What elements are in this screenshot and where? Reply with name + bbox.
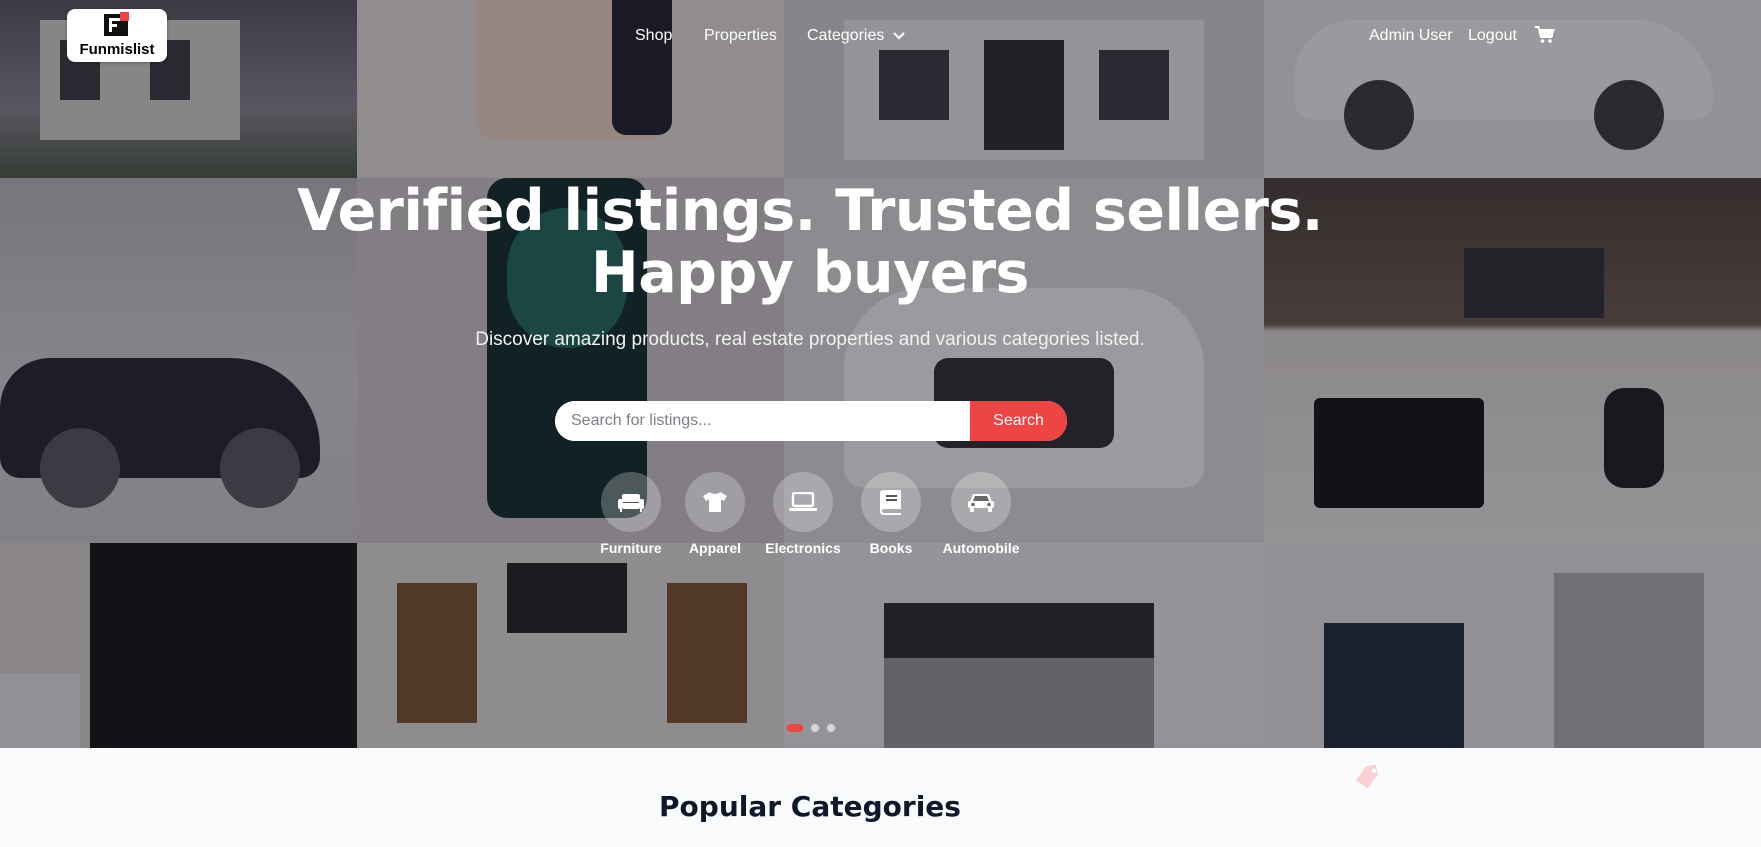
carousel-dot-1[interactable] — [787, 724, 803, 732]
category-circle — [601, 472, 661, 532]
sofa-icon — [618, 494, 644, 512]
search-button[interactable]: Search — [970, 401, 1067, 441]
logo-icon — [104, 12, 129, 36]
tshirt-icon — [703, 492, 727, 512]
category-circle — [951, 472, 1011, 532]
car-icon — [968, 494, 994, 512]
nav-user-name[interactable]: Admin User — [1369, 27, 1453, 45]
carousel-dot-3[interactable] — [827, 724, 835, 732]
nav-categories-dropdown[interactable]: Categories — [807, 27, 905, 45]
brand-name: Funmislist — [79, 41, 155, 58]
chevron-down-icon — [893, 31, 905, 40]
hero-section: Funmislist Shop Properties Categories Ad… — [0, 0, 1761, 748]
category-label: Apparel — [688, 540, 742, 556]
category-circle — [861, 472, 921, 532]
popular-categories-title: Popular Categories — [659, 790, 961, 823]
hero-headline-line2: Happy buyers — [590, 240, 1030, 306]
category-label: Automobile — [942, 540, 1020, 556]
search-input[interactable] — [555, 401, 970, 441]
hero-headline: Verified listings. Trusted sellers. Happ… — [0, 180, 1620, 304]
category-electronics[interactable]: Electronics — [753, 472, 853, 556]
category-books[interactable]: Books — [841, 472, 941, 556]
top-navbar: Funmislist Shop Properties Categories Ad… — [0, 0, 1761, 74]
category-circle — [773, 472, 833, 532]
hero-subtitle: Discover amazing products, real estate p… — [475, 329, 1145, 350]
category-label: Books — [869, 540, 913, 556]
category-circle — [685, 472, 745, 532]
category-automobile[interactable]: Automobile — [931, 472, 1031, 556]
hero-headline-line1: Verified listings. Trusted sellers. — [297, 178, 1323, 244]
cart-icon[interactable] — [1535, 26, 1555, 44]
nav-link-properties[interactable]: Properties — [704, 27, 777, 45]
search-bar: Search — [555, 401, 1067, 441]
nav-link-shop[interactable]: Shop — [635, 27, 672, 45]
book-icon — [880, 490, 901, 515]
category-apparel[interactable]: Apparel — [665, 472, 765, 556]
nav-logout-link[interactable]: Logout — [1468, 27, 1517, 45]
hero-overlay — [0, 0, 1761, 748]
laptop-icon — [789, 492, 817, 511]
brand-logo[interactable]: Funmislist — [67, 9, 167, 62]
nav-link-categories: Categories — [807, 27, 885, 44]
category-label: Electronics — [765, 540, 841, 556]
tag-icon — [1356, 764, 1378, 789]
carousel-dot-2[interactable] — [811, 724, 819, 732]
